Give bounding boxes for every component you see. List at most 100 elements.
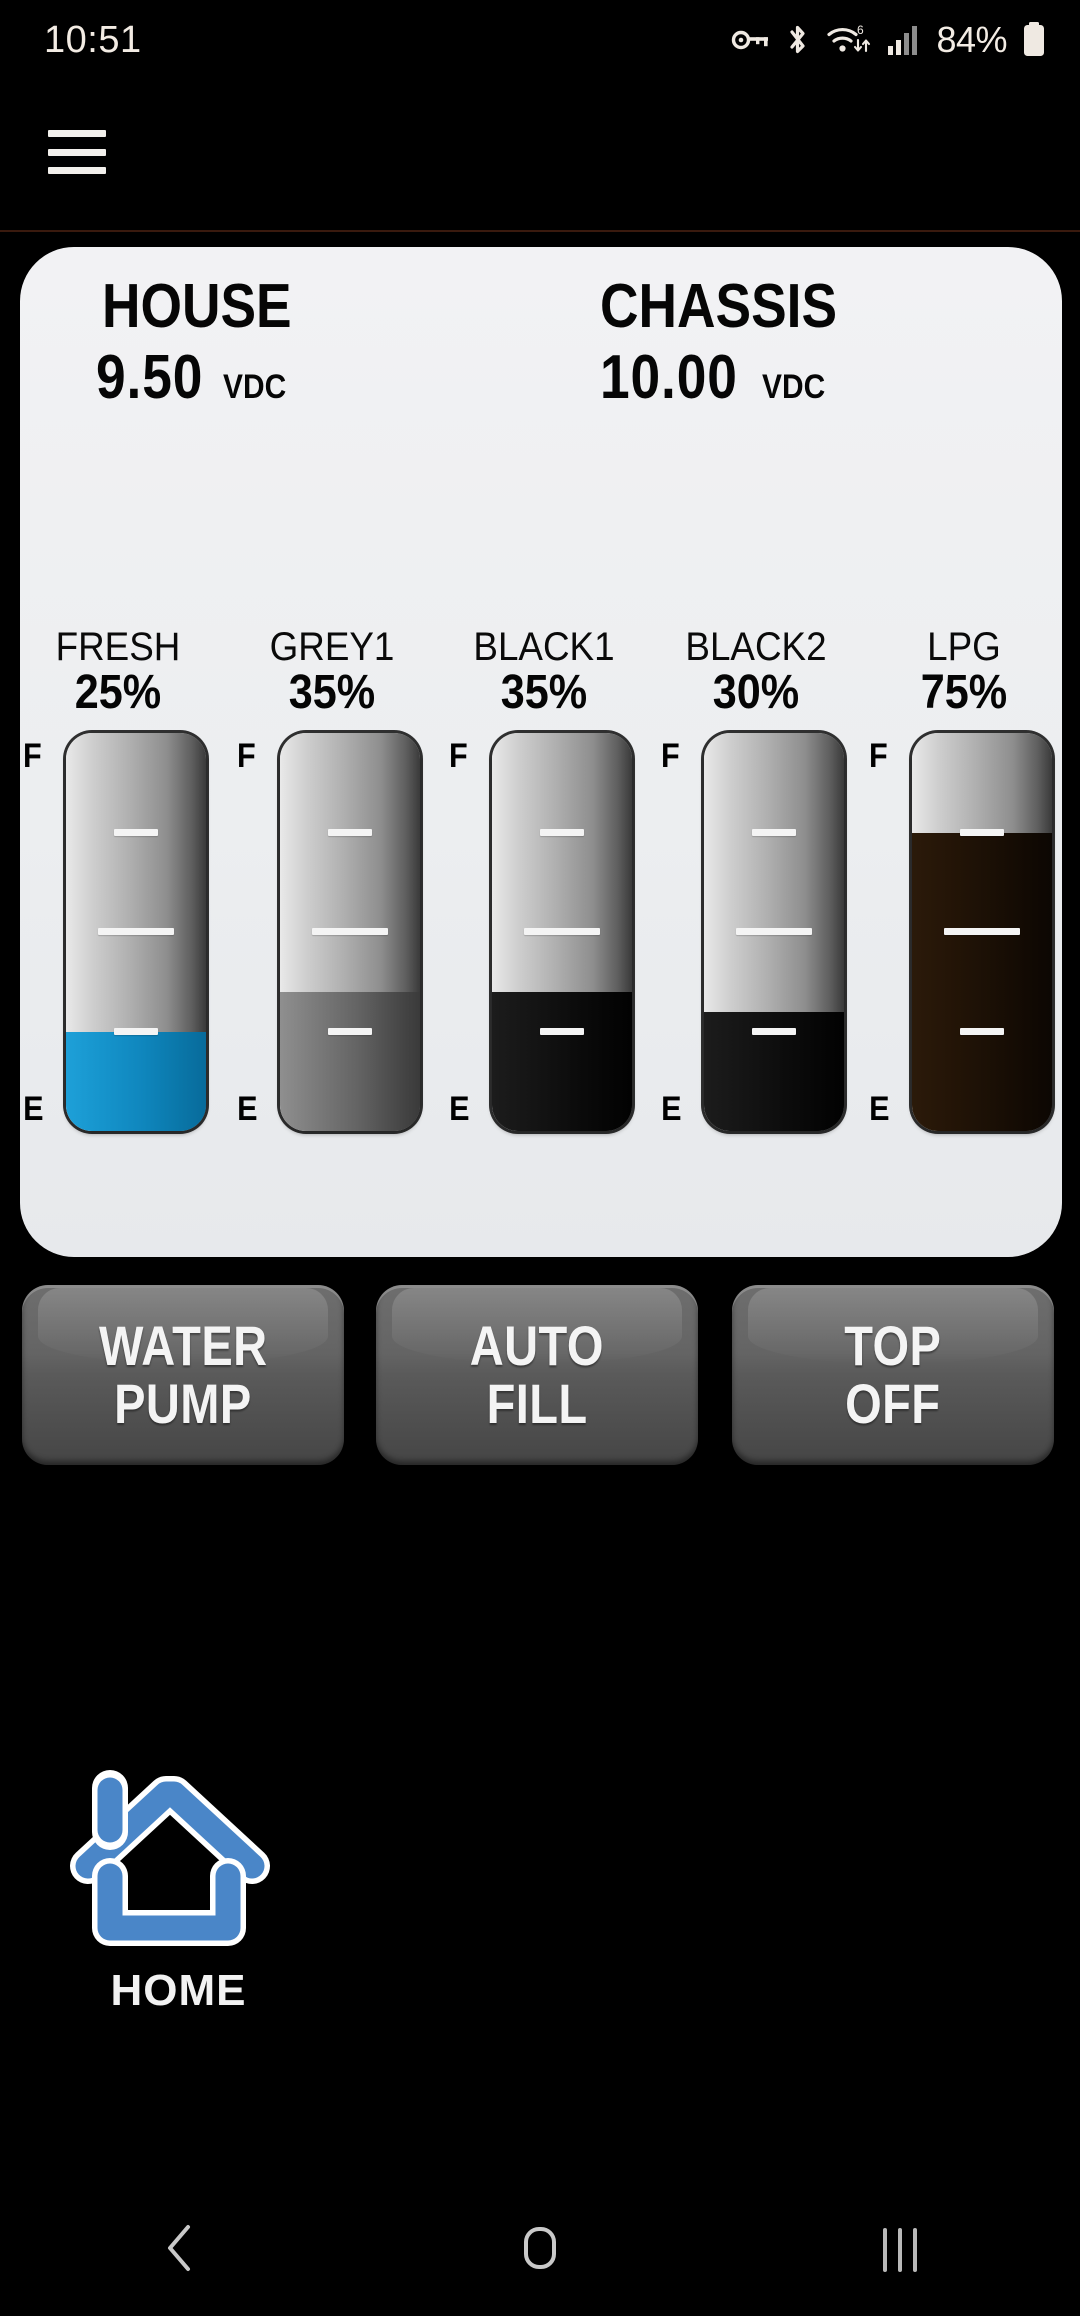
gauge-empty-label: E — [869, 1090, 890, 1128]
gauge-empty-label: E — [449, 1090, 470, 1128]
tank-percent: 35% — [500, 666, 588, 719]
nav-recents-button[interactable] — [820, 2184, 980, 2316]
nav-home-button[interactable] — [460, 2184, 620, 2316]
chassis-voltage-value: 10.00 — [600, 343, 738, 413]
status-bar-clock: 10:51 — [44, 18, 142, 61]
android-navigation-bar — [0, 2184, 1080, 2316]
button-label-line2: OFF — [845, 1372, 941, 1435]
house-voltage-value: 9.50 — [96, 343, 204, 413]
gauge-tick-75 — [540, 828, 584, 836]
tank-gauge-body: FE — [658, 733, 854, 1131]
hamburger-menu-icon[interactable] — [48, 130, 106, 174]
house-voltage-unit: VDC — [222, 368, 286, 407]
recents-bar-1 — [883, 2228, 887, 2272]
tank-percent: 75% — [920, 666, 1008, 719]
status-bar-icons: 6 84% — [731, 19, 1046, 61]
voltage-readouts: HOUSE 9.50 VDC CHASSIS 10.00 VDC — [20, 275, 1062, 425]
gauge-full-label: F — [661, 737, 680, 775]
tank-percent: 35% — [288, 666, 376, 719]
tank-gauge-black2[interactable]: BLACK2 30% F E — [658, 627, 854, 1147]
tank-level-fill — [280, 991, 420, 1131]
button-label-line1: WATER — [98, 1314, 268, 1378]
home-icon — [517, 2222, 563, 2279]
gauge-tick-75 — [752, 828, 796, 836]
tank-label: FRESH — [55, 625, 181, 669]
tank-gauge-lpg[interactable]: LPG 75% F E — [866, 627, 1062, 1147]
tank-label: GREY1 — [269, 625, 395, 669]
auto-fill-button[interactable]: AUTO FILL — [376, 1285, 698, 1465]
home-button-label: HOME — [110, 1966, 247, 2015]
button-label-line2: PUMP — [114, 1372, 252, 1435]
hamburger-bar-3 — [48, 167, 106, 174]
gauge-empty-label: E — [237, 1090, 258, 1128]
gauge-full-label: F — [23, 737, 42, 775]
tank-level-indicator — [704, 733, 844, 1131]
gauge-tick-25 — [540, 1027, 584, 1035]
tank-level-indicator — [66, 733, 206, 1131]
gauge-tick-50 — [944, 928, 1020, 936]
tank-gauge-grey1[interactable]: GREY1 35% F E — [234, 627, 430, 1147]
tank-label: BLACK2 — [685, 625, 827, 669]
vpn-key-icon — [731, 25, 769, 55]
wifi-6-icon: 6 — [826, 22, 872, 58]
house-voltage-readout: HOUSE 9.50 VDC — [96, 275, 322, 413]
battery-icon — [1022, 22, 1046, 58]
house-voltage-label: HOUSE — [102, 272, 292, 341]
status-bar: 10:51 6 84% — [0, 0, 1080, 80]
gauge-tick-75 — [328, 828, 372, 836]
gauge-full-label: F — [869, 737, 888, 775]
recents-icon — [883, 2228, 917, 2272]
tank-gauge-fresh[interactable]: FRESH 25% F E — [20, 627, 216, 1147]
gauge-tick-50 — [312, 928, 388, 936]
gauge-tick-25 — [328, 1027, 372, 1035]
chassis-voltage-label: CHASSIS — [600, 272, 838, 341]
control-button-row: WATER PUMP AUTO FILL TOP OFF — [0, 1285, 1080, 1475]
gauge-empty-label: E — [23, 1090, 44, 1128]
nav-back-button[interactable] — [100, 2184, 260, 2316]
tank-gauge-body: FE — [446, 733, 642, 1131]
app-header — [0, 80, 1080, 232]
recents-bar-2 — [898, 2228, 902, 2272]
gauge-tick-50 — [736, 928, 812, 936]
tank-label: BLACK1 — [473, 625, 615, 669]
tank-level-indicator — [492, 733, 632, 1131]
tank-level-indicator — [280, 733, 420, 1131]
recents-bar-3 — [913, 2228, 917, 2272]
gauge-empty-label: E — [661, 1090, 682, 1128]
tank-gauge-body: FE — [234, 733, 430, 1131]
water-pump-button[interactable]: WATER PUMP — [22, 1285, 344, 1465]
tank-gauge-black1[interactable]: BLACK1 35% F E — [446, 627, 642, 1147]
button-label-line1: TOP — [844, 1314, 942, 1378]
gauge-tick-75 — [960, 828, 1004, 836]
button-label-line2: FILL — [486, 1372, 588, 1435]
gauge-tick-50 — [98, 928, 174, 936]
bluetooth-icon — [784, 23, 811, 57]
home-button[interactable]: HOME — [66, 1770, 316, 2030]
hamburger-bar-2 — [48, 148, 106, 156]
tank-level-fill — [66, 1031, 206, 1131]
tank-level-fill — [492, 991, 632, 1131]
gauge-tick-75 — [114, 828, 158, 836]
button-label-line1: AUTO — [469, 1314, 605, 1378]
top-off-button[interactable]: TOP OFF — [732, 1285, 1054, 1465]
gauge-tick-25 — [752, 1027, 796, 1035]
tank-gauges: FRESH 25% F E GREY1 35% F E BLACK1 35% F E BLACK2 30%… — [20, 627, 1062, 1147]
tank-label: LPG — [927, 625, 1001, 669]
tank-percent: 25% — [74, 666, 162, 719]
svg-text:6: 6 — [857, 23, 864, 37]
tank-monitor-panel: HOUSE 9.50 VDC CHASSIS 10.00 VDC FRESH 25… — [20, 247, 1062, 1257]
hamburger-bar-1 — [48, 130, 106, 137]
battery-percent-label: 84% — [936, 19, 1007, 60]
tank-gauge-body: FE — [20, 733, 216, 1131]
tank-percent: 30% — [712, 666, 800, 719]
tank-gauge-body: FE — [866, 733, 1062, 1131]
gauge-full-label: F — [449, 737, 468, 775]
cellular-signal-icon — [887, 24, 918, 56]
chassis-voltage-readout: CHASSIS 10.00 VDC — [600, 275, 876, 413]
chassis-voltage-unit: VDC — [762, 368, 826, 407]
back-icon — [162, 2222, 198, 2279]
house-icon — [70, 1770, 270, 1946]
gauge-tick-25 — [960, 1027, 1004, 1035]
gauge-tick-50 — [524, 928, 600, 936]
gauge-tick-25 — [114, 1027, 158, 1035]
